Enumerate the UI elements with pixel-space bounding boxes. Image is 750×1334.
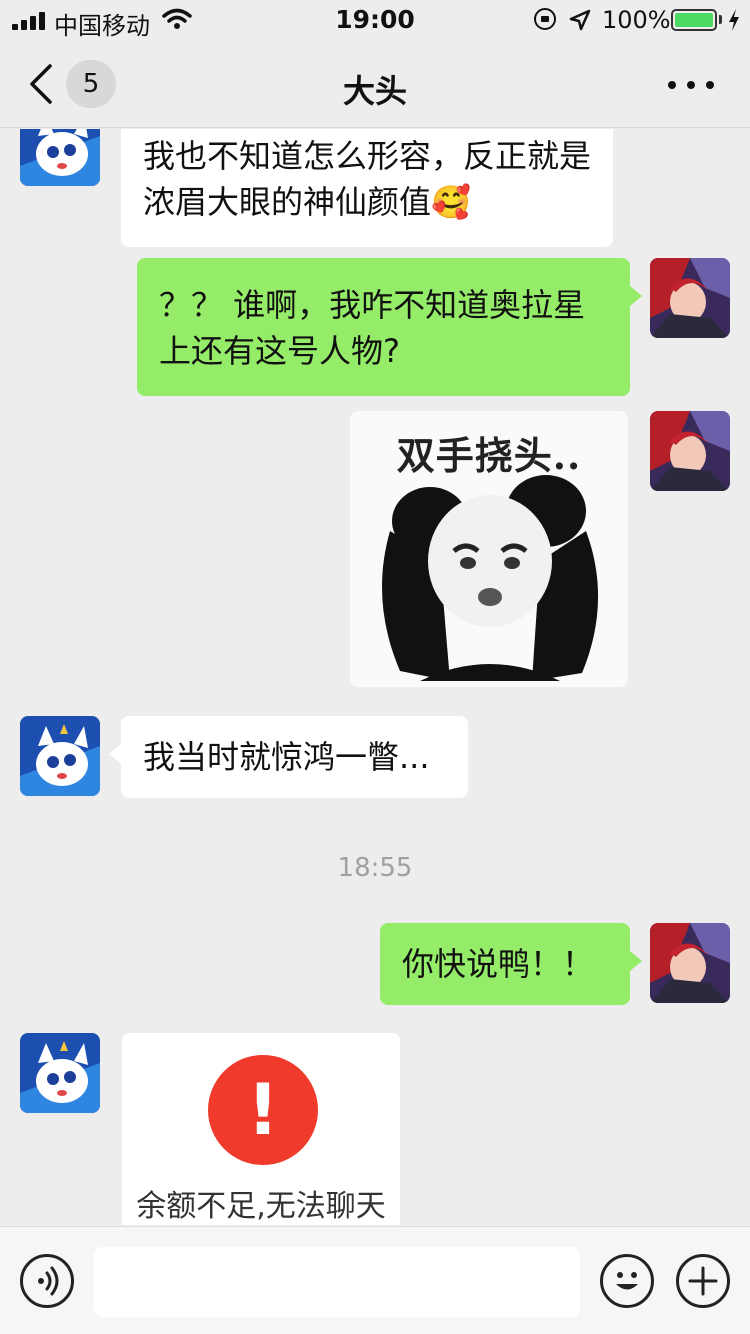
message-input[interactable] (94, 1247, 580, 1317)
emoji-icon[interactable] (600, 1254, 654, 1308)
message-list[interactable]: 我也不知道怎么形容，反正就是 浓眉大眼的神仙颜值🥰 ？？ 谁啊，我咋不知道奥拉星… (0, 129, 750, 1225)
error-caption: 余额不足,无法聊天 (136, 1189, 386, 1224)
chat-header: 5 大头 (0, 40, 750, 128)
my-avatar[interactable] (650, 411, 730, 491)
charging-icon (729, 9, 739, 31)
message-bubble-outgoing[interactable]: ？？ 谁啊，我咋不知道奥拉星上还有这号人物? (137, 258, 642, 396)
battery-percent: 100% (602, 6, 671, 34)
panda-meme-image (382, 475, 599, 681)
more-icon[interactable] (668, 78, 714, 90)
exclamation-icon: ! (208, 1055, 318, 1165)
sticker-message[interactable]: 双手挠头.. (350, 411, 628, 687)
contact-avatar[interactable] (20, 1033, 100, 1113)
voice-icon[interactable] (20, 1254, 74, 1308)
contact-avatar[interactable] (20, 716, 100, 796)
message-bubble-incoming[interactable]: 我也不知道怎么形容，反正就是 浓眉大眼的神仙颜值🥰 (121, 129, 613, 247)
my-avatar[interactable] (650, 923, 730, 1003)
message-timestamp: 18:55 (337, 853, 413, 883)
battery-icon (671, 9, 717, 31)
location-icon (569, 9, 591, 31)
contact-avatar[interactable] (20, 129, 100, 186)
error-image-message[interactable]: ! 余额不足,无法聊天 (122, 1033, 400, 1225)
status-bar: 中国移动 19:00 100% (0, 0, 750, 40)
my-avatar[interactable] (650, 258, 730, 338)
input-bar (0, 1226, 750, 1334)
message-bubble-incoming[interactable]: 我当时就惊鸿一瞥... (109, 716, 468, 798)
message-bubble-outgoing[interactable]: 你快说鸭！！ (380, 923, 642, 1005)
plus-icon[interactable] (676, 1254, 730, 1308)
chat-title: 大头 (342, 72, 407, 110)
rotation-lock-icon (534, 8, 556, 30)
